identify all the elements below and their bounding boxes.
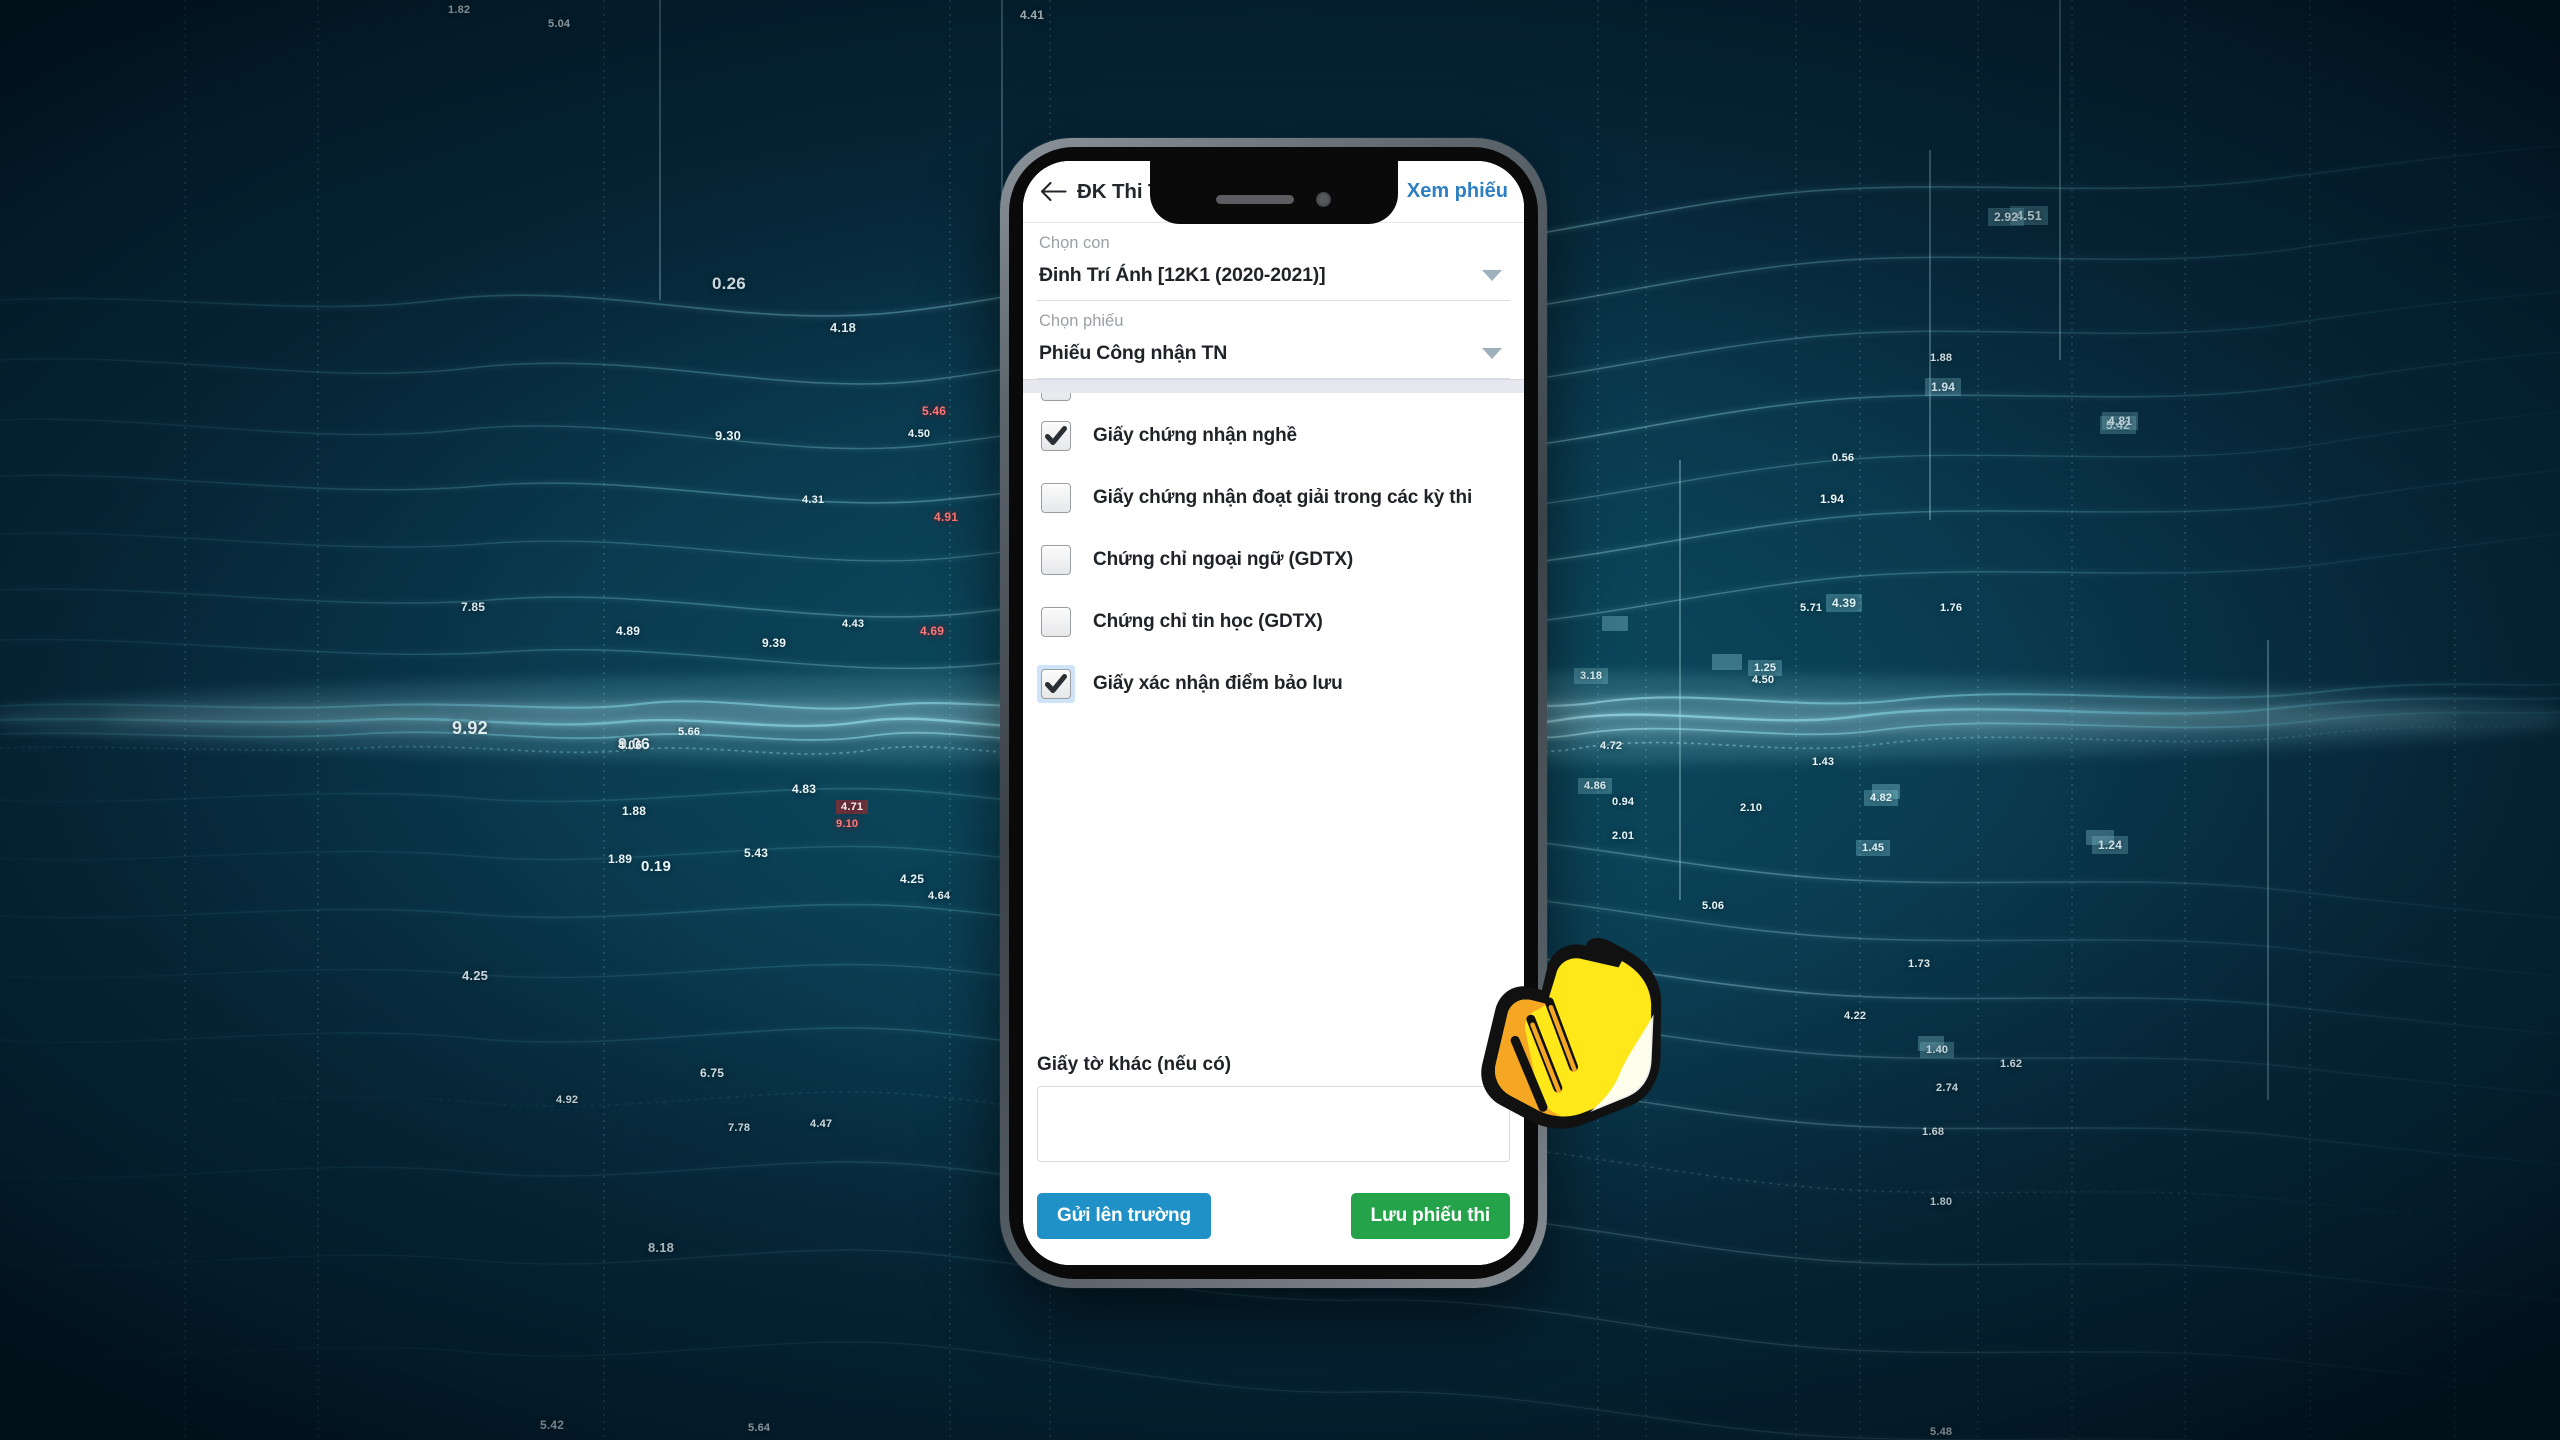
other-documents-input[interactable] <box>1037 1086 1510 1162</box>
document-checkbox-label: Chứng chỉ ngoại ngữ (GDTX) <box>1093 549 1354 571</box>
select-chon-con-value: Đinh Trí Ánh [12K1 (2020-2021)] <box>1039 264 1326 286</box>
document-checkbox-row[interactable]: Giấy chứng nhận nghề <box>1037 405 1510 467</box>
phone-mockup: ĐK Thi THPT Quốc gia Xem phiếu Chọn con … <box>1000 138 1547 1288</box>
checkbox-checked[interactable] <box>1041 669 1071 699</box>
checkbox-unchecked[interactable] <box>1041 607 1071 637</box>
document-checkbox-row[interactable]: Chứng chỉ ngoại ngữ (GDTX) <box>1037 529 1510 591</box>
phone-screen: ĐK Thi THPT Quốc gia Xem phiếu Chọn con … <box>1023 161 1524 1265</box>
document-checkbox-label: Giấy chứng nhận nghề <box>1093 425 1297 447</box>
save-ticket-button[interactable]: Lưu phiếu thi <box>1350 1193 1510 1239</box>
checkbox-wrapper[interactable] <box>1037 417 1075 455</box>
section-divider <box>1023 379 1524 393</box>
select-fields-group: Chọn con Đinh Trí Ánh [12K1 (2020-2021)]… <box>1023 223 1524 379</box>
document-checkbox-label: Giấy xác nhận điểm bảo lưu <box>1093 673 1343 695</box>
send-to-school-button[interactable]: Gửi lên trường <box>1037 1193 1211 1239</box>
document-checkbox-row[interactable]: Giấy xác nhận điểm bảo lưu <box>1037 653 1510 715</box>
document-checkbox-row[interactable]: Giấy chứng nhận đoạt giải trong các kỳ t… <box>1037 467 1510 529</box>
checkbox-wrapper[interactable] <box>1037 541 1075 579</box>
checkbox-focused-wrapper[interactable] <box>1037 665 1075 703</box>
document-checkbox-label: Giấy chứng nhận đoạt giải trong các kỳ t… <box>1093 487 1473 509</box>
checkbox-unchecked[interactable] <box>1041 393 1071 401</box>
action-buttons-bar: Gửi lên trường Lưu phiếu thi <box>1023 1167 1524 1265</box>
checkbox-wrapper[interactable] <box>1037 393 1075 405</box>
check-icon <box>1045 426 1067 445</box>
front-camera-icon <box>1316 192 1331 207</box>
document-checkbox-list[interactable]: Chứng chỉ ưu tiên theo ngành nghề Giấy ch… <box>1023 393 1524 1042</box>
select-chon-phieu[interactable]: Phiếu Công nhận TN <box>1037 333 1510 379</box>
field-chon-phieu: Chọn phiếu Phiếu Công nhận TN <box>1037 301 1510 379</box>
document-checkbox-row[interactable]: Chứng chỉ ưu tiên theo ngành nghề <box>1037 393 1510 405</box>
app-root: ĐK Thi THPT Quốc gia Xem phiếu Chọn con … <box>1023 161 1524 1265</box>
other-documents-section: Giấy tờ khác (nếu có) <box>1023 1042 1524 1167</box>
checkbox-unchecked[interactable] <box>1041 545 1071 575</box>
chevron-down-icon <box>1482 270 1502 281</box>
other-documents-label: Giấy tờ khác (nếu có) <box>1037 1054 1232 1075</box>
document-checkbox-label: Chứng chỉ tin học (GDTX) <box>1093 611 1323 633</box>
view-ticket-link[interactable]: Xem phiếu <box>1407 180 1508 203</box>
select-chon-con[interactable]: Đinh Trí Ánh [12K1 (2020-2021)] <box>1037 255 1510 301</box>
chevron-down-icon <box>1482 348 1502 359</box>
back-button[interactable] <box>1035 174 1071 210</box>
select-chon-phieu-value: Phiếu Công nhận TN <box>1039 342 1228 364</box>
field-label-chon-con: Chọn con <box>1039 234 1110 252</box>
arrow-left-icon <box>1040 181 1067 202</box>
checkbox-wrapper[interactable] <box>1037 603 1075 641</box>
document-checkbox-row[interactable]: Chứng chỉ tin học (GDTX) <box>1037 591 1510 653</box>
checkbox-checked[interactable] <box>1041 421 1071 451</box>
check-icon <box>1045 674 1067 693</box>
checkbox-unchecked[interactable] <box>1041 483 1071 513</box>
phone-notch <box>1149 161 1398 224</box>
checkbox-wrapper[interactable] <box>1037 479 1075 517</box>
earpiece-speaker-icon <box>1216 195 1294 204</box>
field-label-chon-phieu: Chọn phiếu <box>1039 312 1124 330</box>
field-chon-con: Chọn con Đinh Trí Ánh [12K1 (2020-2021)] <box>1037 223 1510 301</box>
